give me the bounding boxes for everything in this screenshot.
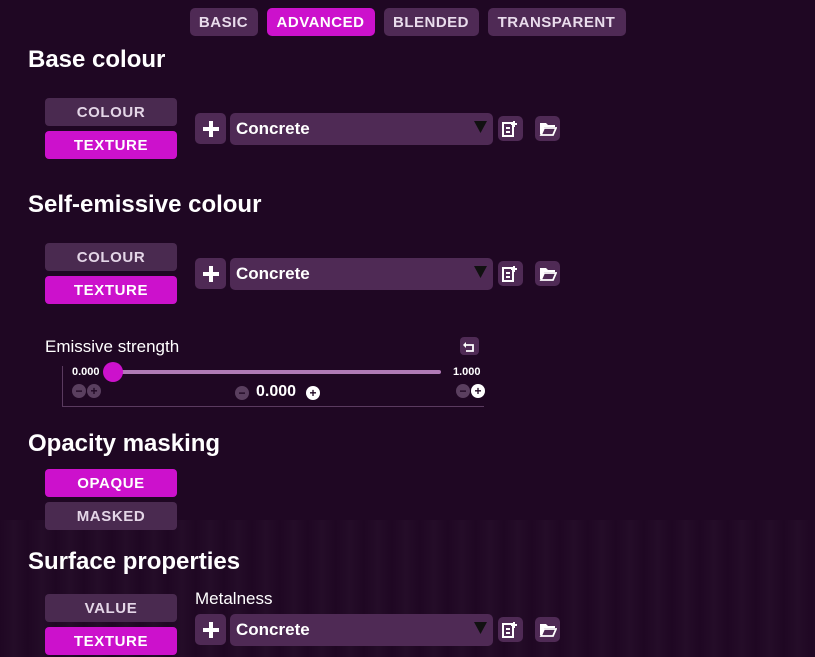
self-emissive-texture-button[interactable]: TEXTURE [45, 276, 177, 304]
surface-properties-heading: Surface properties [28, 548, 241, 575]
tab-advanced[interactable]: ADVANCED [266, 8, 375, 36]
plus-icon [202, 621, 219, 638]
metalness-texture-dropdown[interactable]: Concrete [230, 614, 493, 646]
base-colour-colour-button[interactable]: COLOUR [45, 98, 177, 126]
emissive-strength-slider-thumb[interactable] [103, 362, 123, 382]
metalness-copy-button[interactable] [498, 617, 523, 642]
minus-icon: − [238, 386, 246, 400]
self-emissive-texture-value: Concrete [236, 264, 310, 283]
base-colour-texture-value: Concrete [236, 119, 310, 138]
folder-open-icon [539, 268, 557, 281]
opacity-opaque-button[interactable]: OPAQUE [45, 469, 177, 497]
min-increase-button[interactable]: + [87, 384, 101, 398]
minus-icon: − [75, 384, 83, 398]
base-colour-texture-dropdown[interactable]: Concrete [230, 113, 493, 145]
slider-max-label: 1.000 [453, 366, 481, 378]
metalness-texture-value: Concrete [236, 620, 310, 639]
folder-open-icon [539, 123, 557, 136]
emissive-strength-slider-track[interactable] [113, 370, 441, 374]
material-type-tabs: BASIC ADVANCED BLENDED TRANSPARENT [0, 8, 815, 36]
opacity-masking-heading: Opacity masking [28, 430, 221, 457]
minus-icon: − [459, 384, 467, 398]
max-decrease-button[interactable]: − [456, 384, 470, 398]
tab-basic[interactable]: BASIC [189, 8, 258, 36]
base-colour-heading: Base colour [28, 46, 166, 73]
plus-icon [202, 265, 219, 282]
copy-texture-icon [502, 121, 517, 137]
self-emissive-heading: Self-emissive colour [28, 191, 262, 218]
metalness-add-texture-button[interactable] [195, 614, 226, 645]
plus-icon: + [90, 384, 98, 398]
dropdown-arrow-icon [474, 265, 487, 283]
max-increase-button[interactable]: + [471, 384, 485, 398]
surface-texture-button[interactable]: TEXTURE [45, 627, 177, 655]
self-emissive-browse-button[interactable] [535, 261, 560, 286]
self-emissive-copy-button[interactable] [498, 261, 523, 286]
emissive-strength-reset-button[interactable] [460, 337, 479, 355]
dropdown-arrow-icon [474, 120, 487, 138]
plus-icon [202, 120, 219, 137]
reset-icon [463, 341, 474, 352]
base-colour-add-texture-button[interactable] [195, 113, 226, 144]
emissive-strength-label: Emissive strength [45, 337, 180, 356]
surface-value-button[interactable]: VALUE [45, 594, 177, 622]
opacity-masked-button[interactable]: MASKED [45, 502, 177, 530]
plus-icon: + [474, 384, 482, 398]
self-emissive-colour-button[interactable]: COLOUR [45, 243, 177, 271]
copy-texture-icon [502, 622, 517, 638]
value-decrease-button[interactable]: − [235, 386, 249, 400]
metalness-browse-button[interactable] [535, 617, 560, 642]
self-emissive-texture-dropdown[interactable]: Concrete [230, 258, 493, 290]
plus-icon: + [309, 386, 317, 400]
base-colour-browse-button[interactable] [535, 116, 560, 141]
tab-transparent[interactable]: TRANSPARENT [487, 8, 626, 36]
slider-min-label: 0.000 [72, 366, 100, 378]
folder-open-icon [539, 624, 557, 637]
copy-texture-icon [502, 266, 517, 282]
base-colour-texture-button[interactable]: TEXTURE [45, 131, 177, 159]
tab-blended[interactable]: BLENDED [383, 8, 479, 36]
emissive-strength-value[interactable]: 0.000 [256, 383, 296, 401]
metalness-label: Metalness [195, 589, 273, 608]
min-decrease-button[interactable]: − [72, 384, 86, 398]
self-emissive-add-texture-button[interactable] [195, 258, 226, 289]
base-colour-copy-button[interactable] [498, 116, 523, 141]
value-increase-button[interactable]: + [306, 386, 320, 400]
dropdown-arrow-icon [474, 621, 487, 639]
